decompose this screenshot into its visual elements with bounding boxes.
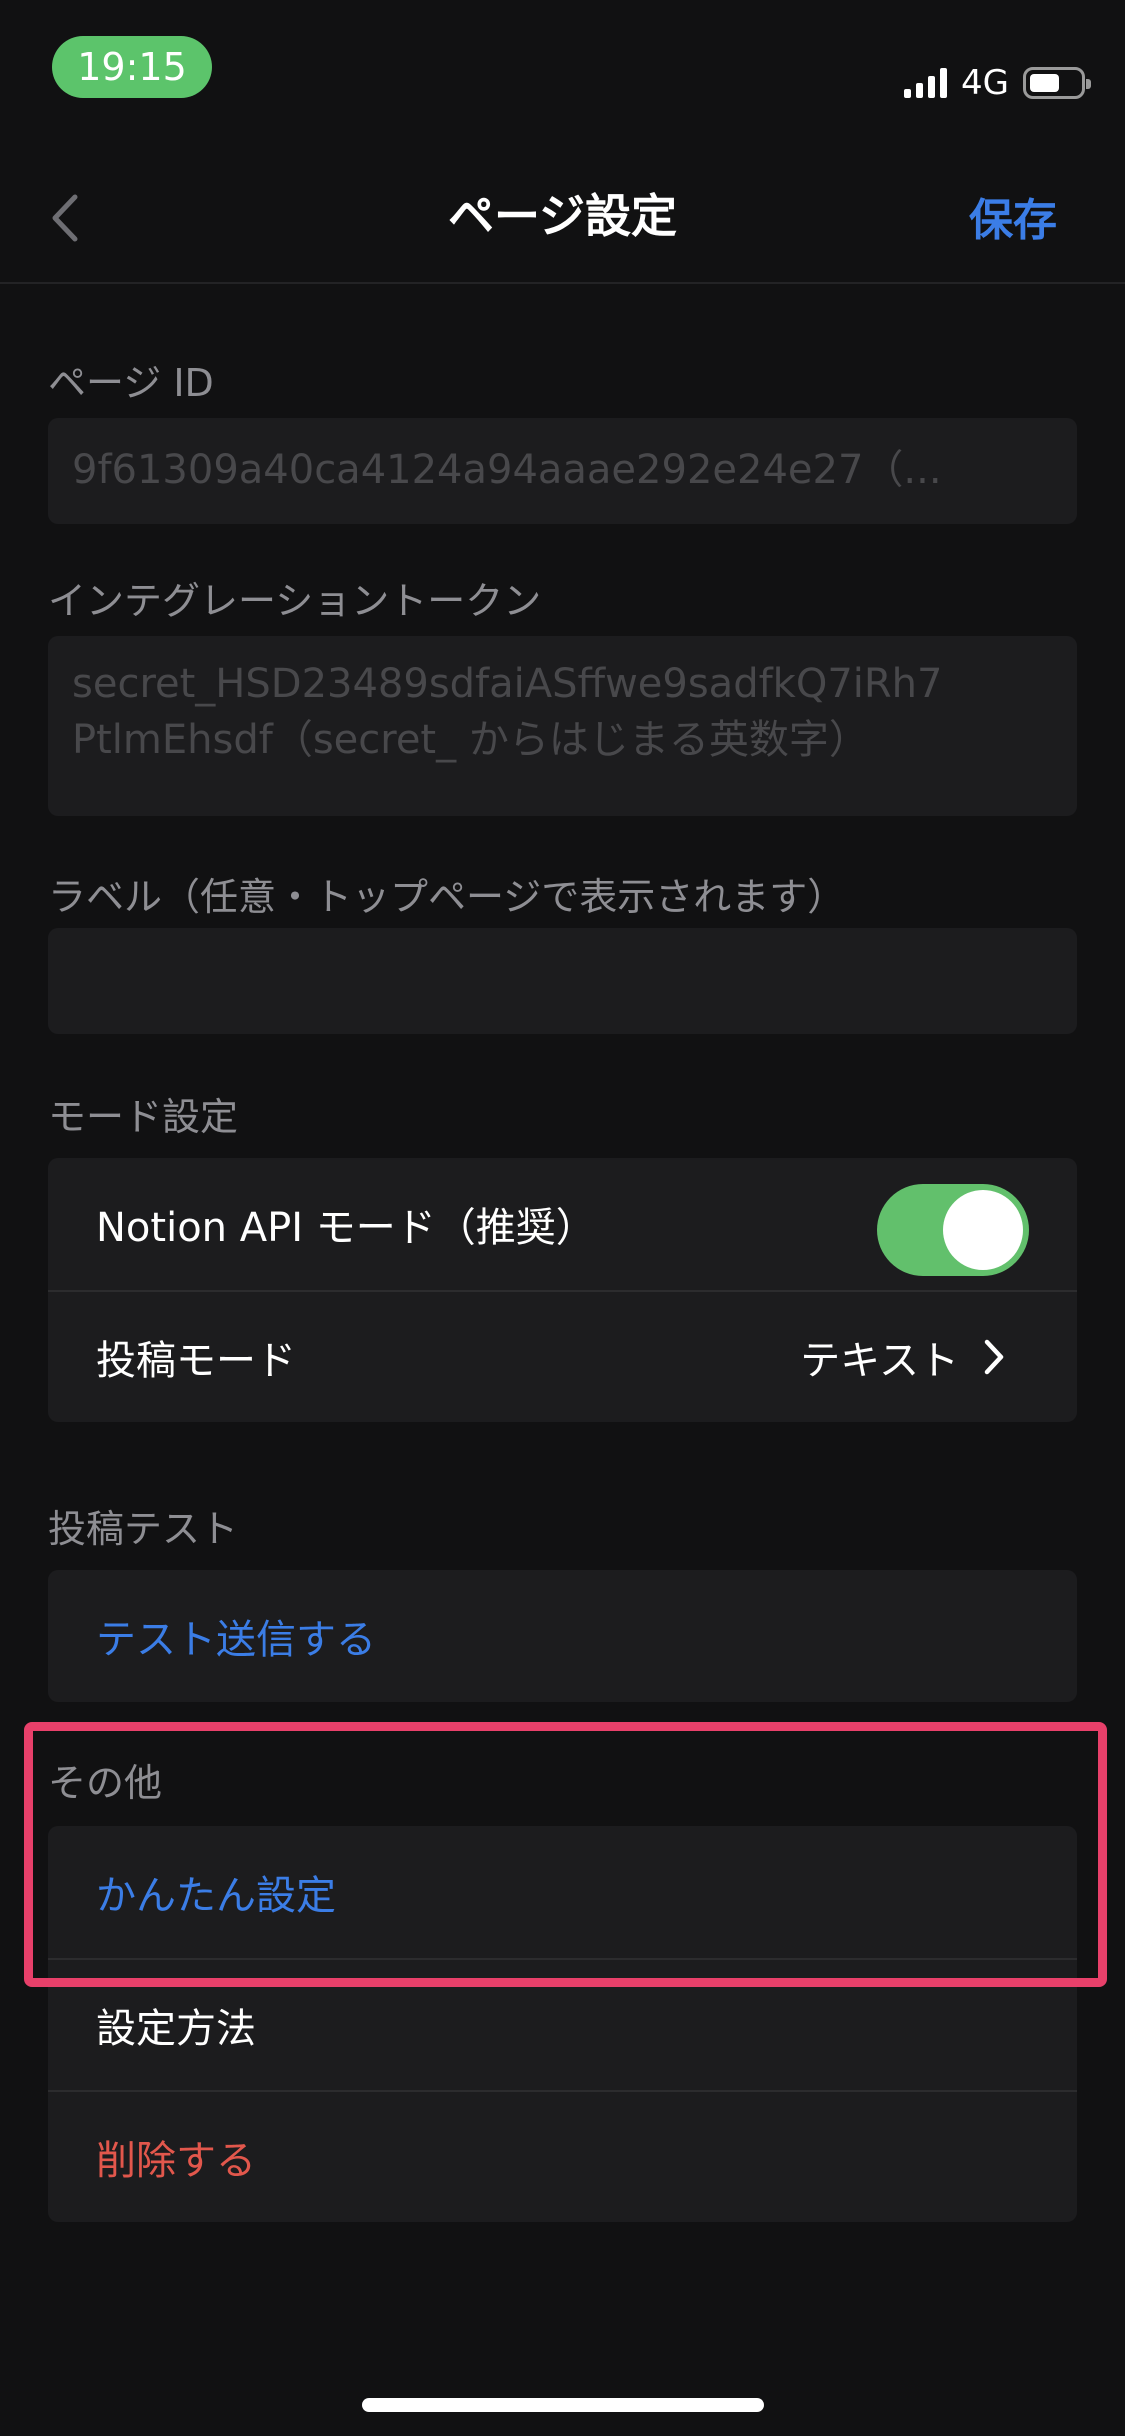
setup-guide-label: 設定方法 — [96, 2006, 256, 2052]
notion-api-mode-row: Notion API モード（推奨） — [48, 1158, 1077, 1290]
mode-group: Notion API モード（推奨） 投稿モード テキスト — [48, 1158, 1077, 1422]
token-label: インテグレーショントークン — [48, 579, 542, 623]
toggle-knob — [943, 1190, 1023, 1270]
chevron-right-icon — [984, 1339, 1004, 1375]
post-test-label: 投稿テスト — [48, 1507, 239, 1551]
battery-icon — [1023, 67, 1091, 99]
delete-button[interactable]: 削除する — [48, 2090, 1077, 2222]
post-mode-value: テキスト — [800, 1338, 959, 1384]
save-button[interactable]: 保存 — [969, 184, 1057, 248]
delete-label: 削除する — [96, 2138, 256, 2184]
status-indicators: 4G — [904, 60, 1091, 106]
post-mode-label: 投稿モード — [96, 1338, 296, 1384]
page-id-input[interactable]: 9f61309a40ca4124a94aaae292e24e27（... — [48, 418, 1077, 524]
notion-api-mode-label: Notion API モード（推奨） — [96, 1205, 596, 1251]
nav-divider — [0, 282, 1125, 284]
home-indicator — [362, 2398, 764, 2412]
post-mode-row[interactable]: 投稿モード テキスト — [48, 1290, 1077, 1422]
notion-api-mode-toggle[interactable] — [877, 1184, 1029, 1276]
page-id-label: ページ ID — [48, 361, 214, 405]
highlight-box — [24, 1722, 1107, 1987]
status-time: 19:15 — [52, 36, 212, 98]
mode-section-label: モード設定 — [48, 1095, 239, 1139]
token-placeholder-line1: secret_HSD23489sdfaiASffwe9sadfkQ7iRh7 — [72, 661, 943, 707]
signal-icon — [904, 68, 948, 98]
label-field-label: ラベル（任意・トップページで表示されます） — [48, 875, 846, 919]
page-id-placeholder: 9f61309a40ca4124a94aaae292e24e27（... — [72, 447, 942, 493]
page-title: ページ設定 — [447, 189, 678, 243]
token-placeholder-line2: PtlmEhsdf（secret_ からはじまる英数字） — [72, 717, 869, 763]
token-input[interactable]: secret_HSD23489sdfaiASffwe9sadfkQ7iRh7 P… — [48, 636, 1077, 816]
post-test-group: テスト送信する — [48, 1570, 1077, 1702]
label-input[interactable] — [48, 928, 1077, 1034]
post-mode-value-wrap: テキスト — [800, 1328, 1005, 1386]
test-send-button[interactable]: テスト送信する — [48, 1570, 1077, 1702]
network-type: 4G — [961, 63, 1009, 103]
test-send-label: テスト送信する — [96, 1617, 376, 1663]
